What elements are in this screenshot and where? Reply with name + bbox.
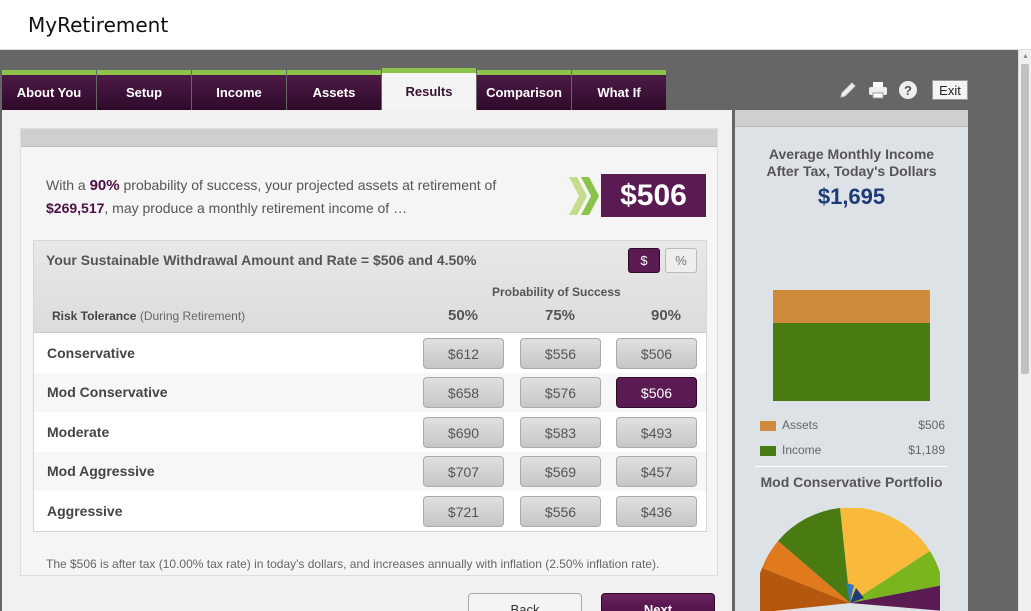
legend-item-income: Income $1,189 bbox=[760, 443, 945, 457]
row-label: Moderate bbox=[47, 424, 110, 440]
footnote: The $506 is after tax (10.00% tax rate) … bbox=[46, 557, 660, 571]
amount-cell-button[interactable]: $457 bbox=[616, 456, 697, 487]
amount-cell-button-selected[interactable]: $506 bbox=[616, 377, 697, 408]
table-row: Mod Conservative $658 $576 $506 bbox=[34, 373, 706, 412]
scrollbar-thumb[interactable] bbox=[1021, 64, 1029, 374]
income-stacked-bar bbox=[773, 290, 930, 401]
legend-swatch bbox=[760, 420, 776, 431]
amount-cell-button[interactable]: $721 bbox=[423, 496, 504, 527]
next-button[interactable]: Next bbox=[601, 593, 715, 611]
percent-toggle-button[interactable]: % bbox=[665, 248, 697, 273]
help-icon[interactable]: ? bbox=[896, 78, 920, 102]
table-row: Moderate $690 $583 $493 bbox=[34, 413, 706, 452]
dollar-toggle-button[interactable]: $ bbox=[628, 248, 660, 273]
row-label: Aggressive bbox=[47, 503, 123, 519]
table-row: Mod Aggressive $707 $569 $457 bbox=[34, 452, 706, 491]
bar-segment-assets bbox=[773, 290, 930, 323]
table-header: Your Sustainable Withdrawal Amount and R… bbox=[34, 241, 706, 333]
summary-text: probability of success, your projected a… bbox=[119, 177, 497, 193]
chevron-arrows-icon bbox=[569, 177, 603, 220]
summary-text: , may produce a monthly retirement incom… bbox=[104, 200, 408, 216]
card-header-bar bbox=[21, 129, 717, 147]
portfolio-title: Mod Conservative Portfolio bbox=[760, 474, 943, 490]
legend-label: Income bbox=[782, 443, 822, 457]
amount-cell-button[interactable]: $436 bbox=[616, 496, 697, 527]
sidebar-header-bar bbox=[735, 110, 968, 127]
row-label: Conservative bbox=[47, 345, 135, 361]
amount-cell-button[interactable]: $506 bbox=[616, 338, 697, 369]
amount-cell-button[interactable]: $707 bbox=[423, 456, 504, 487]
sidebar-title-line: Average Monthly Income bbox=[768, 146, 935, 162]
legend-value: $506 bbox=[918, 418, 945, 432]
tab-income[interactable]: Income bbox=[192, 70, 286, 110]
risk-tolerance-header: Risk Tolerance (During Retirement) bbox=[52, 309, 246, 323]
column-header-75: 75% bbox=[544, 307, 576, 324]
exit-button[interactable]: Exit bbox=[932, 80, 968, 100]
tab-comparison[interactable]: Comparison bbox=[477, 70, 571, 110]
amount-cell-button[interactable]: $556 bbox=[520, 496, 601, 527]
monthly-income-amount: $506 bbox=[601, 174, 706, 217]
page-scrollbar[interactable]: ▲ bbox=[1018, 50, 1031, 611]
row-label: Mod Conservative bbox=[47, 384, 168, 400]
column-header-90: 90% bbox=[650, 307, 682, 324]
main-tabs: About You Setup Income Assets Results Co… bbox=[2, 68, 667, 110]
income-sidebar: Average Monthly Income After Tax, Today'… bbox=[735, 110, 968, 611]
legend-item-assets: Assets $506 bbox=[760, 418, 945, 432]
legend-value: $1,189 bbox=[908, 443, 945, 457]
portfolio-pie-chart bbox=[760, 508, 940, 611]
tab-setup[interactable]: Setup bbox=[97, 70, 191, 110]
tab-results[interactable]: Results bbox=[382, 68, 476, 110]
amount-cell-button[interactable]: $612 bbox=[423, 338, 504, 369]
legend-swatch bbox=[760, 445, 776, 456]
summary-probability: 90% bbox=[89, 177, 120, 194]
amount-cell-button[interactable]: $690 bbox=[423, 417, 504, 448]
bar-segment-income bbox=[773, 323, 930, 401]
results-summary: With a 90% probability of success, your … bbox=[46, 174, 516, 220]
sidebar-title: Average Monthly Income After Tax, Today'… bbox=[735, 146, 968, 180]
toolbar: ? Exit bbox=[836, 78, 968, 102]
app-header: MyRetirement bbox=[0, 0, 1031, 50]
probability-header: Probability of Success bbox=[492, 285, 621, 299]
tab-assets[interactable]: Assets bbox=[287, 70, 381, 110]
summary-text: With a bbox=[46, 177, 90, 193]
amount-cell-button[interactable]: $556 bbox=[520, 338, 601, 369]
amount-cell-button[interactable]: $569 bbox=[520, 456, 601, 487]
column-header-50: 50% bbox=[447, 307, 479, 324]
right-gutter bbox=[968, 110, 1018, 611]
legend-label: Assets bbox=[782, 418, 819, 432]
tab-what-if[interactable]: What If bbox=[572, 70, 666, 110]
amount-cell-button[interactable]: $493 bbox=[616, 417, 697, 448]
print-icon[interactable] bbox=[866, 78, 890, 102]
back-button[interactable]: Back bbox=[468, 593, 582, 611]
results-panel: With a 90% probability of success, your … bbox=[2, 110, 732, 611]
amount-cell-button[interactable]: $583 bbox=[520, 417, 601, 448]
row-label: Mod Aggressive bbox=[47, 463, 155, 479]
scroll-up-icon[interactable]: ▲ bbox=[1022, 53, 1029, 60]
amount-cell-button[interactable]: $658 bbox=[423, 377, 504, 408]
amount-cell-button[interactable]: $576 bbox=[520, 377, 601, 408]
table-row: Aggressive $721 $556 $436 bbox=[34, 492, 706, 531]
withdrawal-table: Your Sustainable Withdrawal Amount and R… bbox=[33, 240, 707, 532]
table-row: Conservative $612 $556 $506 bbox=[34, 334, 706, 373]
table-title: Your Sustainable Withdrawal Amount and R… bbox=[46, 252, 477, 268]
tab-about-you[interactable]: About You bbox=[2, 70, 96, 110]
sidebar-title-line: After Tax, Today's Dollars bbox=[766, 163, 937, 179]
pencil-icon[interactable] bbox=[836, 78, 860, 102]
sidebar-divider bbox=[755, 466, 948, 467]
monthly-income-total: $1,695 bbox=[817, 184, 886, 209]
results-card: With a 90% probability of success, your … bbox=[20, 128, 718, 576]
summary-assets: $269,517 bbox=[46, 200, 105, 216]
app-title: MyRetirement bbox=[28, 13, 169, 37]
